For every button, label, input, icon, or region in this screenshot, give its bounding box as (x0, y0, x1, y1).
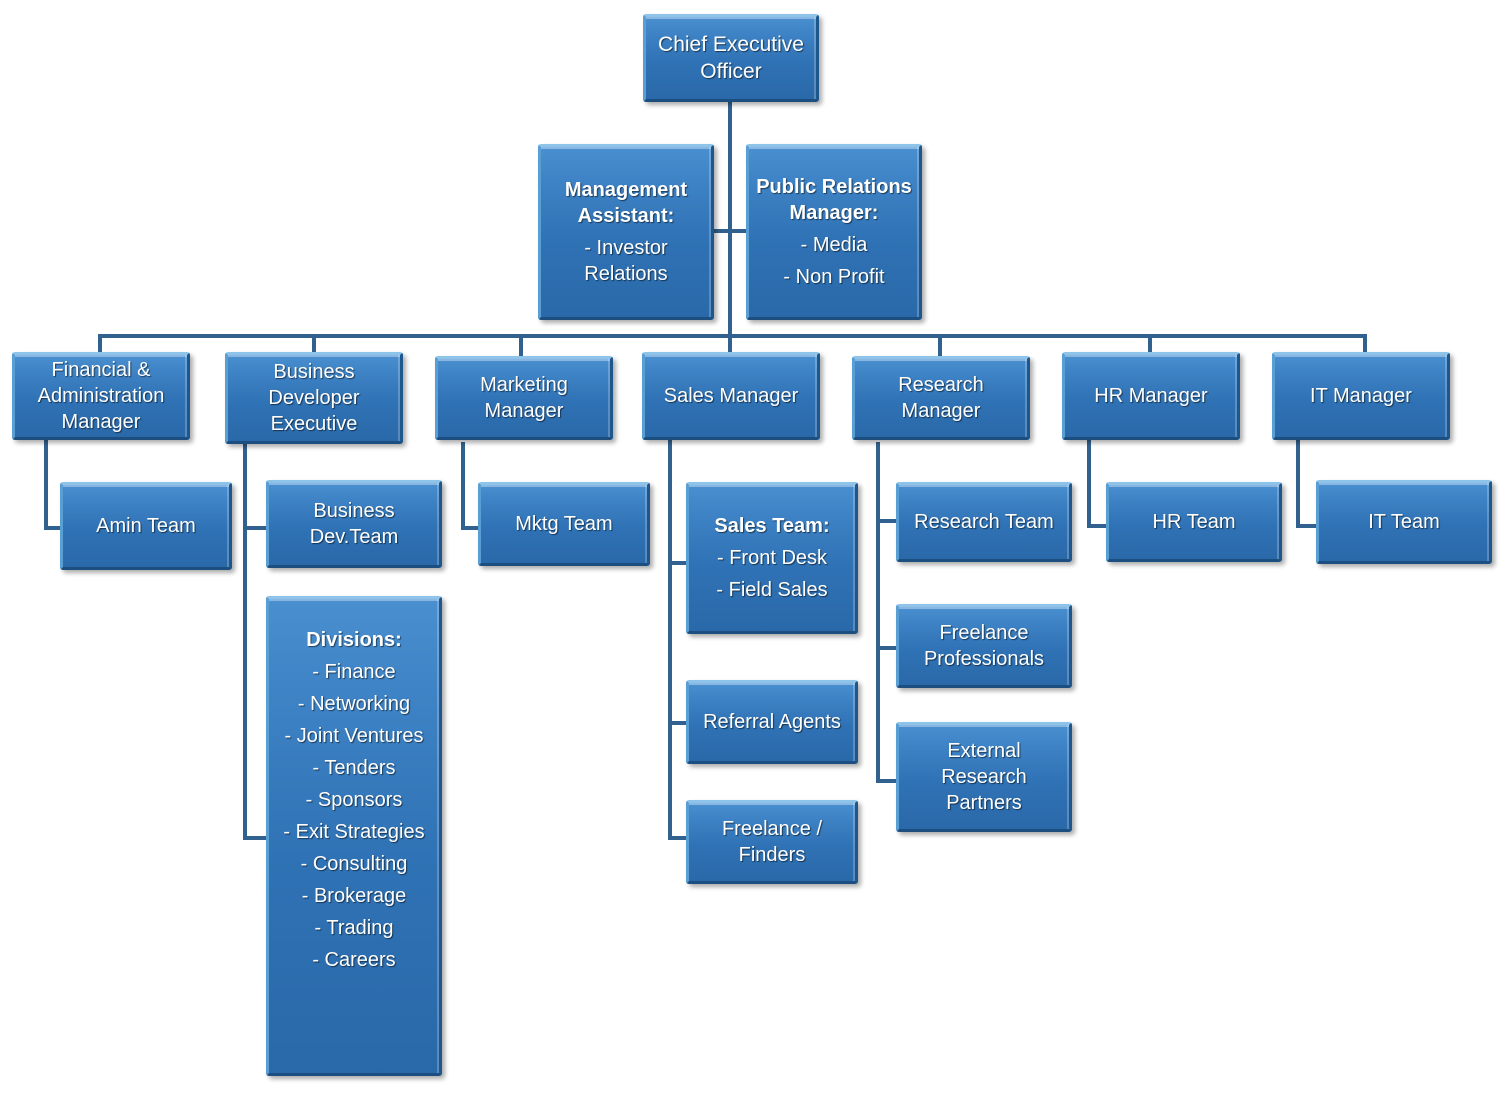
connector-sales-to-freelance (668, 836, 688, 840)
node-item: - Trading (314, 917, 394, 939)
node-label: Amin Team (96, 515, 196, 537)
node-referral-agents[interactable]: Referral Agents (686, 680, 858, 764)
node-business-developer-executive[interactable]: Business Developer Executive (225, 352, 403, 444)
connector-drop-financial (98, 334, 102, 354)
node-label: Sales Manager (663, 385, 799, 407)
connector-hr-trunk (1087, 440, 1091, 528)
connector-it-trunk (1296, 440, 1300, 528)
node-item: - Joint Ventures (284, 725, 424, 747)
connector-research-to-freelance-pro (876, 646, 898, 650)
node-freelance-finders[interactable]: Freelance / Finders (686, 800, 858, 884)
node-chief-executive-officer[interactable]: Chief Executive Officer (643, 14, 819, 102)
node-mktg-team[interactable]: Mktg Team (478, 482, 650, 566)
connector-drop-it (1363, 334, 1367, 354)
node-item: - Front Desk (716, 547, 828, 569)
node-label: IT Manager (1310, 385, 1412, 407)
node-external-research-partners[interactable]: External Research Partners (896, 722, 1072, 832)
node-it-team[interactable]: IT Team (1316, 480, 1492, 564)
node-label: Freelance Professionals (923, 622, 1045, 670)
node-label: Business Developer Executive (268, 361, 360, 435)
node-hr-team[interactable]: HR Team (1106, 482, 1282, 562)
node-item: - Careers (312, 949, 396, 971)
connector-busdev-trunk (243, 440, 247, 840)
node-item: - Consulting (300, 853, 408, 875)
node-hr-manager[interactable]: HR Manager (1062, 352, 1240, 440)
node-freelance-professionals[interactable]: Freelance Professionals (896, 604, 1072, 688)
node-divisions[interactable]: Divisions: - Finance - Networking - Join… (266, 596, 442, 1076)
node-sales-team[interactable]: Sales Team: - Front Desk - Field Sales (686, 482, 858, 634)
node-item: - Exit Strategies (283, 821, 425, 843)
node-label: Chief Executive Officer (658, 32, 804, 83)
node-label: HR Team (1152, 511, 1236, 533)
node-business-dev-team[interactable]: Business Dev.Team (266, 480, 442, 568)
node-title: Management Assistant: (564, 179, 688, 227)
node-sales-manager[interactable]: Sales Manager (642, 352, 820, 440)
connector-it-to-team (1296, 524, 1318, 528)
node-label: Financial & Administration Manager (37, 359, 165, 433)
node-public-relations-manager[interactable]: Public Relations Manager: - Media - Non … (746, 144, 922, 320)
connector-drop-hr (1148, 334, 1152, 354)
node-it-manager[interactable]: IT Manager (1272, 352, 1450, 440)
node-label: Referral Agents (703, 711, 841, 733)
node-item: - Media (800, 234, 868, 256)
node-label: HR Manager (1094, 385, 1208, 407)
connector-drop-business-dev (312, 334, 316, 354)
node-management-assistant[interactable]: Management Assistant: - Investor Relatio… (538, 144, 714, 320)
connector-drop-research (938, 334, 942, 356)
connector-marketing-trunk (461, 442, 465, 530)
connector-research-to-external (876, 779, 898, 783)
connector-sales-trunk (668, 440, 672, 840)
node-item: - Non Profit (783, 266, 885, 288)
node-research-manager[interactable]: Research Manager (852, 356, 1030, 440)
connector-ceo-trunk (728, 100, 732, 340)
node-item: - Sponsors (305, 789, 403, 811)
node-label: External Research Partners (941, 740, 1027, 814)
node-label: Freelance / Finders (721, 818, 823, 866)
node-title: Public Relations Manager: (756, 176, 912, 224)
connector-financial-trunk (44, 440, 48, 530)
node-label: Research Manager (898, 374, 984, 422)
connector-sales-to-referral (668, 721, 688, 725)
node-item: - Brokerage (301, 885, 407, 907)
node-amin-team[interactable]: Amin Team (60, 482, 232, 570)
node-label: Mktg Team (515, 513, 613, 535)
node-item: - Tenders (312, 757, 396, 779)
node-title: Divisions: (306, 629, 402, 651)
node-label: IT Team (1368, 511, 1440, 533)
node-label: Research Team (914, 511, 1054, 533)
node-item: - Investor Relations (584, 237, 668, 285)
node-item: - Networking (297, 693, 411, 715)
node-marketing-manager[interactable]: Marketing Manager (435, 356, 613, 440)
node-label: Business Dev.Team (309, 500, 399, 548)
org-chart: Chief Executive Officer Management Assis… (0, 0, 1500, 1093)
node-item: - Finance (312, 661, 396, 683)
connector-assistants-crossbar (712, 229, 746, 233)
node-title: Sales Team: (714, 515, 830, 537)
connector-research-trunk (876, 442, 880, 782)
node-label: Marketing Manager (480, 374, 568, 422)
connector-drop-sales (728, 334, 732, 354)
connector-drop-marketing (519, 334, 523, 356)
node-financial-administration-manager[interactable]: Financial & Administration Manager (12, 352, 190, 440)
node-item: - Field Sales (716, 579, 828, 601)
node-research-team[interactable]: Research Team (896, 482, 1072, 562)
